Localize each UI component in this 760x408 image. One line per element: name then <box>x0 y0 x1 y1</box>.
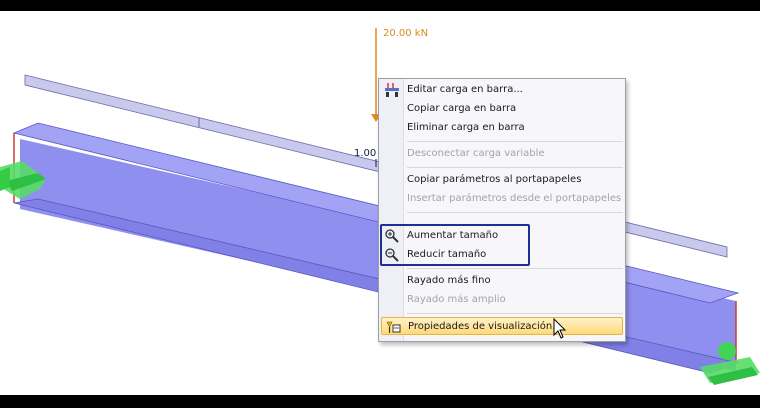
menu-item-label: Rayado más fino <box>407 275 491 286</box>
menu-item-disconnect-variable-load: Desconectar carga variable <box>381 145 623 163</box>
menu-item-edit-load[interactable]: Editar carga en barra... <box>381 81 623 99</box>
menu-separator <box>407 141 623 142</box>
zoom-out-icon <box>385 248 399 262</box>
menu-item-label: Aumentar tamaño <box>407 230 499 241</box>
menu-item-finer-hatching[interactable]: Rayado más fino <box>381 272 623 290</box>
menu-separator <box>407 268 623 269</box>
menu-item-label: Reducir tamaño <box>407 249 487 260</box>
menu-item-label: Copiar carga en barra <box>407 103 517 114</box>
3d-model-viewport[interactable]: 20.00 kN 1.00 Editar carga en barra... C… <box>0 11 760 395</box>
menu-separator <box>407 212 623 213</box>
menu-item-copy-parameters[interactable]: Copiar parámetros al portapapeles <box>381 171 623 189</box>
beam-length-label: 1.00 <box>354 148 377 159</box>
menu-item-decrease-size[interactable]: Reducir tamaño <box>381 246 623 264</box>
menu-item-label: Copiar parámetros al portapapeles <box>407 174 582 185</box>
menu-item-increase-size[interactable]: Aumentar tamaño <box>381 227 623 245</box>
menu-separator <box>407 167 623 168</box>
menu-separator <box>407 313 623 314</box>
context-menu: Editar carga en barra... Copiar carga en… <box>378 78 626 342</box>
menu-item-insert-parameters: Insertar parámetros desde el portapapele… <box>381 190 623 208</box>
menu-item-label: Desconectar carga variable <box>407 148 545 159</box>
menu-item-delete-load[interactable]: Eliminar carga en barra <box>381 119 623 137</box>
load-value-label: 20.00 kN <box>383 28 429 39</box>
mouse-pointer-icon <box>553 318 567 339</box>
menu-item-label: Eliminar carga en barra <box>407 122 525 133</box>
menu-item-label: Insertar parámetros desde el portapapele… <box>407 193 622 204</box>
menu-item-display-properties[interactable]: Propiedades de visualización... <box>381 317 623 335</box>
menu-item-label: Rayado más amplio <box>407 294 506 305</box>
menu-item-label: Editar carga en barra... <box>407 84 523 95</box>
display-properties-icon <box>386 321 401 333</box>
edit-load-icon <box>385 83 399 97</box>
menu-item-wider-hatching: Rayado más amplio <box>381 291 623 309</box>
screenshot-frame: 20.00 kN 1.00 Editar carga en barra... C… <box>0 0 760 408</box>
menu-item-label: Propiedades de visualización... <box>408 321 562 332</box>
menu-item-copy-load[interactable]: Copiar carga en barra <box>381 100 623 118</box>
zoom-in-icon <box>385 229 399 243</box>
